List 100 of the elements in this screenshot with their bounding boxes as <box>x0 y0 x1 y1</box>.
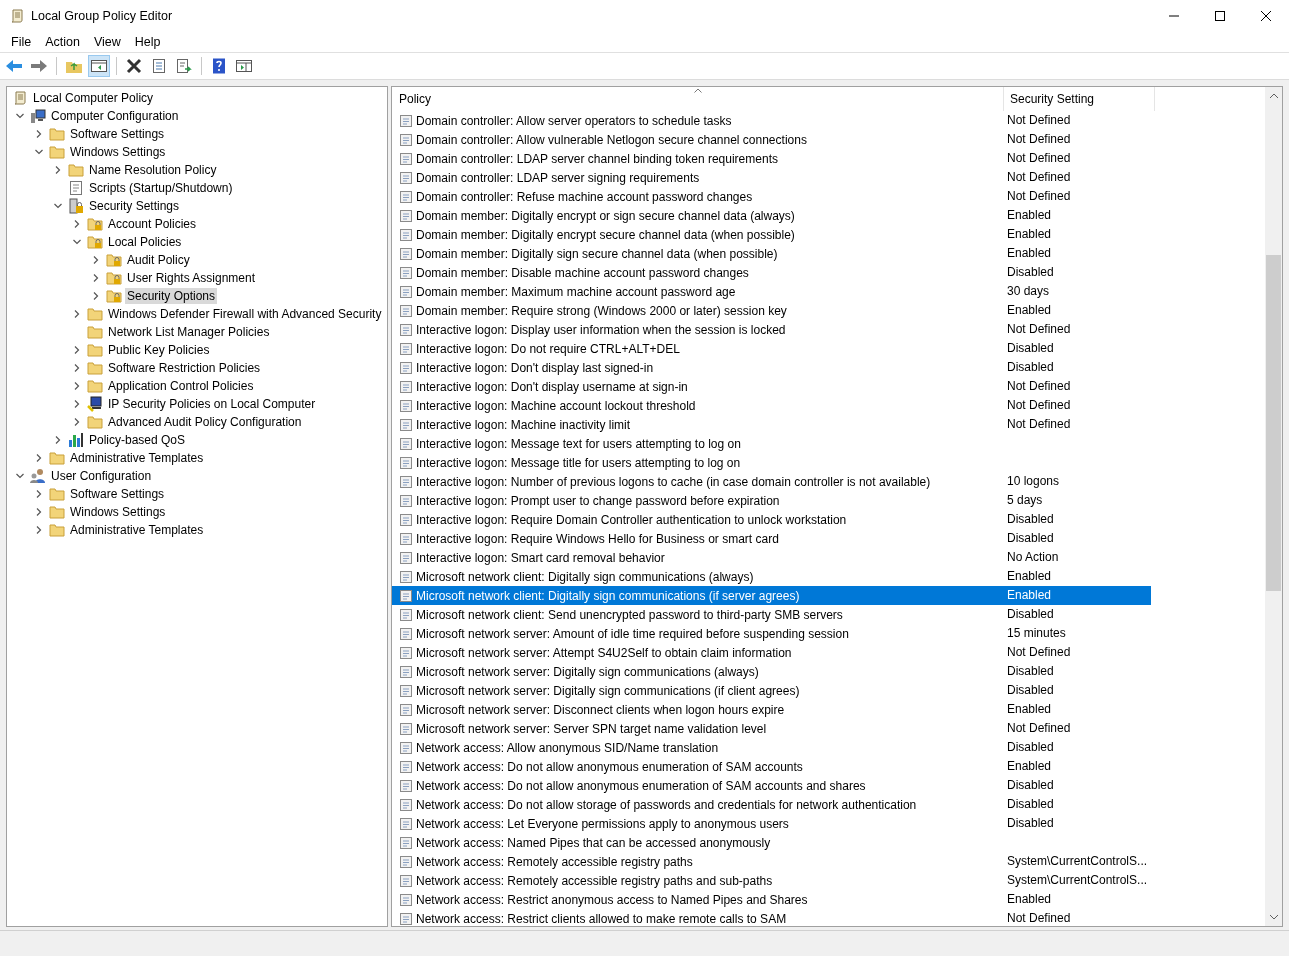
tree-item[interactable]: Windows Defender Firewall with Advanced Security <box>106 306 384 322</box>
scroll-down-icon[interactable] <box>1268 914 1279 920</box>
tree-item[interactable]: Security Settings <box>87 198 182 214</box>
tree-item[interactable]: Application Control Policies <box>106 378 256 394</box>
menu-item[interactable]: Help <box>127 34 168 49</box>
tree-item[interactable]: Policy-based QoS <box>87 432 188 448</box>
collapsed-chevron-icon[interactable] <box>72 345 82 355</box>
collapsed-chevron-icon[interactable] <box>34 489 44 499</box>
policy-name[interactable]: Microsoft network server: Server SPN target name validation level <box>416 721 767 736</box>
policy-name[interactable]: Interactive logon: Machine inactivity limit <box>416 417 631 432</box>
policy-name[interactable]: Microsoft network client: Send unencrypted password to third-party SMB servers <box>416 607 843 622</box>
policy-name[interactable]: Network access: Remotely accessible registry paths and sub-paths <box>416 873 773 888</box>
collapsed-chevron-icon[interactable] <box>34 507 44 517</box>
tree-item[interactable]: Software Settings <box>68 486 167 502</box>
collapsed-chevron-icon[interactable] <box>72 219 82 229</box>
selected-row[interactable]: Microsoft network client: Digitally sign communications (if server agrees) <box>392 586 1001 605</box>
tree-item[interactable]: User Rights Assignment <box>125 270 258 286</box>
collapsed-chevron-icon[interactable] <box>72 381 82 391</box>
policy-name[interactable]: Interactive logon: Prompt user to change password before expiration <box>416 493 780 508</box>
policy-name[interactable]: Interactive logon: Message text for users attempting to log on <box>416 436 741 451</box>
policy-name[interactable]: Microsoft network server: Digitally sign communications (if client agrees) <box>416 683 800 698</box>
collapsed-chevron-icon[interactable] <box>72 399 82 409</box>
collapsed-chevron-icon[interactable] <box>91 273 101 283</box>
collapsed-chevron-icon[interactable] <box>34 453 44 463</box>
tree-item[interactable]: Local Computer Policy <box>31 90 156 106</box>
tree-item[interactable]: IP Security Policies on Local Computer <box>106 396 318 412</box>
policy-name[interactable]: Interactive logon: Don't display username at sign-in <box>416 379 688 394</box>
policy-name[interactable]: Interactive logon: Don't display last signed-in <box>416 360 654 375</box>
policy-name[interactable]: Interactive logon: Require Windows Hello for Business or smart card <box>416 531 779 546</box>
tree-item[interactable]: Windows Settings <box>68 144 168 160</box>
policy-name[interactable]: Microsoft network server: Disconnect clients when logon hours expire <box>416 702 785 717</box>
tree-item[interactable]: Account Policies <box>106 216 199 232</box>
scrollbar-thumb[interactable] <box>1266 255 1281 591</box>
tree-item[interactable]: Network List Manager Policies <box>106 324 272 340</box>
policy-name[interactable]: Network access: Do not allow storage of passwords and credentials for network authentication <box>416 797 917 812</box>
policy-name[interactable]: Microsoft network server: Digitally sign communications (always) <box>416 664 759 679</box>
expanded-chevron-icon[interactable] <box>72 237 82 247</box>
column-header[interactable]: Security Setting <box>1004 87 1155 111</box>
policy-name[interactable]: Interactive logon: Do not require CTRL+ALT+DEL <box>416 341 680 356</box>
column-header[interactable]: Policy <box>392 87 1004 111</box>
policy-name[interactable]: Domain member: Require strong (Windows 2000 or later) session key <box>416 303 787 318</box>
collapsed-chevron-icon[interactable] <box>34 129 44 139</box>
expanded-chevron-icon[interactable] <box>15 111 25 121</box>
collapsed-chevron-icon[interactable] <box>72 417 82 427</box>
tree-item[interactable]: Security Options <box>125 288 218 304</box>
collapsed-chevron-icon[interactable] <box>53 165 63 175</box>
policy-name[interactable]: Microsoft network client: Digitally sign communications (always) <box>416 569 754 584</box>
policy-name[interactable]: Domain member: Digitally encrypt secure channel data (when possible) <box>416 227 795 242</box>
tree-item[interactable]: Software Settings <box>68 126 167 142</box>
policy-name[interactable]: Microsoft network server: Attempt S4U2Self to obtain claim information <box>416 645 792 660</box>
policy-name[interactable]: Interactive logon: Smart card removal behavior <box>416 550 665 565</box>
policy-name[interactable]: Domain member: Digitally encrypt or sign secure channel data (always) <box>416 208 795 223</box>
policy-name[interactable]: Domain member: Digitally sign secure channel data (when possible) <box>416 246 778 261</box>
collapsed-chevron-icon[interactable] <box>91 291 101 301</box>
policy-name[interactable]: Microsoft network client: Digitally sign communications (if server agrees) <box>416 588 800 603</box>
policy-name[interactable]: Network access: Restrict clients allowed to make remote calls to SAM <box>416 911 787 926</box>
menu-item[interactable]: File <box>4 34 39 49</box>
tree-item[interactable]: Software Restriction Policies <box>106 360 263 376</box>
policy-name[interactable]: Interactive logon: Machine account lockout threshold <box>416 398 696 413</box>
export-list-icon[interactable] <box>174 56 194 76</box>
scroll-up-icon[interactable] <box>1268 93 1279 99</box>
tree-item[interactable]: Public Key Policies <box>106 342 212 358</box>
policy-name[interactable]: Domain controller: LDAP server channel binding token requirements <box>416 151 778 166</box>
tree-item[interactable]: Administrative Templates <box>68 522 206 538</box>
policy-name[interactable]: Interactive logon: Display user information when the session is locked <box>416 322 786 337</box>
tree-item[interactable]: Scripts (Startup/Shutdown) <box>87 180 235 196</box>
policy-name[interactable]: Microsoft network server: Amount of idle time required before suspending session <box>416 626 849 641</box>
tree-item[interactable]: Computer Configuration <box>49 108 181 124</box>
vertical-scrollbar[interactable] <box>1265 87 1282 926</box>
pane-toggle-icon[interactable] <box>89 56 109 76</box>
policy-name[interactable]: Network access: Named Pipes that can be accessed anonymously <box>416 835 771 850</box>
tree-item[interactable]: Windows Settings <box>68 504 168 520</box>
policy-name[interactable]: Network access: Do not allow anonymous enumeration of SAM accounts <box>416 759 803 774</box>
menu-item[interactable]: View <box>86 34 128 49</box>
expanded-chevron-icon[interactable] <box>34 147 44 157</box>
collapsed-chevron-icon[interactable] <box>34 525 44 535</box>
policy-name[interactable]: Interactive logon: Require Domain Controller authentication to unlock workstation <box>416 512 847 527</box>
policy-name[interactable]: Interactive logon: Number of previous logons to cache (in case domain controller is not available) <box>416 474 931 489</box>
expanded-chevron-icon[interactable] <box>53 201 63 211</box>
policy-name[interactable]: Domain member: Disable machine account password changes <box>416 265 749 280</box>
policy-name[interactable]: Interactive logon: Message title for users attempting to log on <box>416 455 741 470</box>
policy-name[interactable]: Network access: Restrict anonymous access to Named Pipes and Shares <box>416 892 808 907</box>
collapsed-chevron-icon[interactable] <box>72 363 82 373</box>
policy-name[interactable]: Network access: Allow anonymous SID/Name translation <box>416 740 719 755</box>
policy-name[interactable]: Domain member: Maximum machine account password age <box>416 284 736 299</box>
tree-item[interactable]: Local Policies <box>106 234 184 250</box>
tree-item[interactable]: User Configuration <box>49 468 154 484</box>
policy-name[interactable]: Network access: Remotely accessible registry paths <box>416 854 693 869</box>
policy-name[interactable]: Network access: Let Everyone permissions apply to anonymous users <box>416 816 789 831</box>
delete-x-icon[interactable] <box>124 56 144 76</box>
collapsed-chevron-icon[interactable] <box>91 255 101 265</box>
tree-item[interactable]: Name Resolution Policy <box>87 162 219 178</box>
policy-name[interactable]: Domain controller: Refuse machine account password changes <box>416 189 753 204</box>
policy-name[interactable]: Domain controller: LDAP server signing requirements <box>416 170 700 185</box>
expanded-chevron-icon[interactable] <box>15 471 25 481</box>
policy-name[interactable]: Domain controller: Allow server operators to schedule tasks <box>416 113 732 128</box>
policy-name[interactable]: Network access: Do not allow anonymous enumeration of SAM accounts and shares <box>416 778 866 793</box>
collapsed-chevron-icon[interactable] <box>53 435 63 445</box>
policy-name[interactable]: Domain controller: Allow vulnerable Netlogon secure channel connections <box>416 132 807 147</box>
menu-item[interactable]: Action <box>38 34 87 49</box>
